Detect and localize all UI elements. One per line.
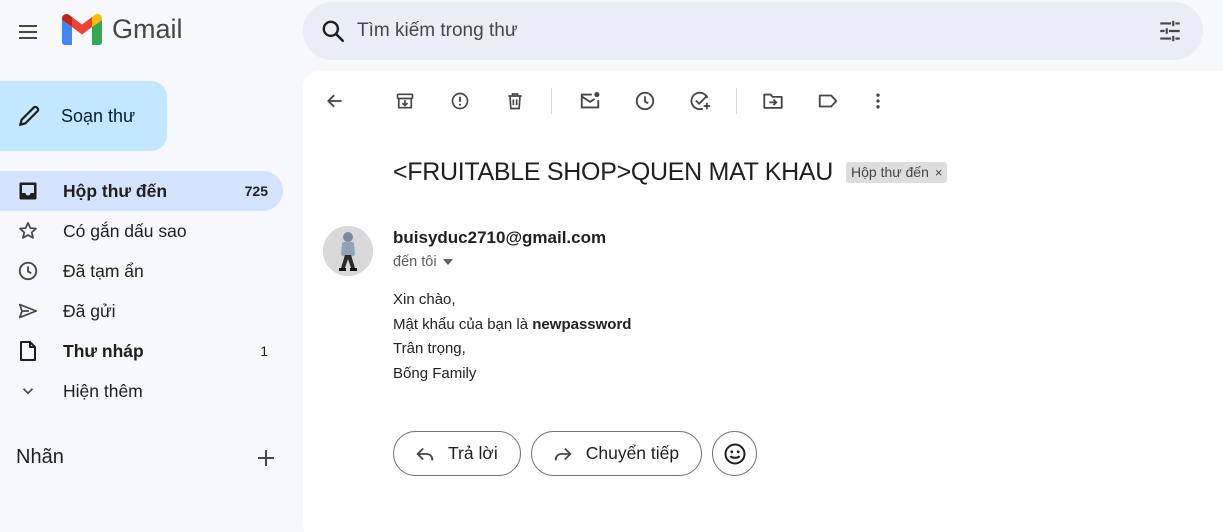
sidebar-item-label: Hiện thêm bbox=[63, 380, 143, 401]
search-icon[interactable] bbox=[320, 18, 346, 44]
label-chip-text: Hộp thư đến bbox=[851, 164, 929, 180]
dropdown-arrow-icon bbox=[442, 259, 453, 265]
body-line: Bống Family bbox=[393, 364, 477, 382]
archive-button[interactable] bbox=[391, 87, 419, 115]
labels-section-header: Nhãn bbox=[16, 446, 276, 469]
sidebar-item-label: Đã gửi bbox=[63, 300, 116, 321]
sidebar-item-more[interactable]: Hiện thêm bbox=[0, 371, 283, 411]
inbox-label-chip[interactable]: Hộp thư đến × bbox=[846, 162, 948, 183]
pencil-icon bbox=[16, 103, 42, 129]
sender-email[interactable]: buisyduc2710@gmail.com bbox=[393, 228, 606, 248]
sidebar-item-starred[interactable]: Có gắn dấu sao bbox=[0, 211, 283, 251]
mark-unread-button[interactable] bbox=[576, 87, 604, 115]
recipient-details[interactable]: đến tôi bbox=[393, 254, 453, 270]
delete-button[interactable] bbox=[501, 87, 529, 115]
archive-icon bbox=[395, 91, 415, 111]
subject-row: <FRUITABLE SHOP>QUEN MAT KHAU Hộp thư đế… bbox=[393, 158, 948, 187]
arrow-back-icon bbox=[325, 91, 345, 111]
body-line: Trân trọng, bbox=[393, 340, 466, 357]
forward-label: Chuyển tiếp bbox=[585, 443, 680, 463]
snooze-clock-icon bbox=[634, 90, 656, 112]
email-body: Xin chào, Mật khẩu của bạn là newpasswor… bbox=[393, 288, 631, 386]
remove-label-button[interactable]: × bbox=[935, 165, 943, 180]
search-input[interactable] bbox=[357, 20, 1117, 42]
forward-button[interactable]: Chuyển tiếp bbox=[530, 431, 703, 476]
compose-button[interactable]: Soạn thư bbox=[0, 81, 167, 151]
forward-icon bbox=[552, 443, 574, 465]
snooze-button[interactable] bbox=[631, 87, 659, 115]
sidebar-item-drafts[interactable]: Thư nháp 1 bbox=[0, 331, 283, 371]
app-name: Gmail bbox=[112, 14, 183, 44]
mark-unread-icon bbox=[579, 90, 601, 112]
menu-icon bbox=[16, 20, 40, 44]
sidebar-item-snoozed[interactable]: Đã tạm ẩn bbox=[0, 251, 283, 291]
back-button[interactable] bbox=[321, 87, 349, 115]
message-panel: <FRUITABLE SHOP>QUEN MAT KHAU Hộp thư đế… bbox=[303, 71, 1223, 532]
add-label-icon[interactable] bbox=[256, 448, 276, 468]
body-line: Xin chào, bbox=[393, 291, 456, 308]
compose-label: Soạn thư bbox=[61, 105, 136, 126]
sidebar-nav: Hộp thư đến 725 Có gắn dấu sao Đã tạm ẩn… bbox=[0, 171, 283, 411]
label-icon bbox=[817, 90, 839, 112]
move-to-button[interactable] bbox=[759, 87, 787, 115]
reply-label: Trả lời bbox=[448, 443, 498, 463]
gmail-m-icon bbox=[62, 14, 102, 45]
email-subject: <FRUITABLE SHOP>QUEN MAT KHAU bbox=[393, 158, 834, 186]
trash-icon bbox=[505, 91, 525, 111]
reply-actions: Trả lời Chuyển tiếp bbox=[393, 431, 758, 476]
toolbar-divider bbox=[736, 88, 737, 114]
inbox-icon bbox=[17, 180, 39, 202]
sidebar-item-inbox[interactable]: Hộp thư đến 725 bbox=[0, 171, 283, 211]
avatar[interactable] bbox=[323, 226, 373, 276]
message-toolbar bbox=[321, 87, 892, 115]
main-menu-button[interactable] bbox=[10, 14, 46, 50]
labels-title: Nhãn bbox=[16, 446, 64, 468]
star-icon bbox=[17, 220, 39, 242]
emoji-icon bbox=[723, 442, 747, 466]
more-vert-icon bbox=[868, 91, 888, 111]
emoji-reaction-button[interactable] bbox=[712, 431, 758, 476]
move-to-folder-icon bbox=[762, 90, 784, 112]
reply-button[interactable]: Trả lời bbox=[393, 431, 521, 476]
unread-count: 725 bbox=[244, 183, 268, 199]
add-task-button[interactable] bbox=[686, 87, 714, 115]
more-actions-button[interactable] bbox=[864, 87, 892, 115]
recipient-text: đến tôi bbox=[393, 254, 437, 270]
draft-file-icon bbox=[17, 340, 39, 362]
search-bar[interactable] bbox=[303, 2, 1203, 60]
reply-icon bbox=[414, 443, 436, 465]
sidebar-item-label: Đã tạm ẩn bbox=[63, 260, 144, 281]
chevron-down-icon bbox=[17, 380, 39, 402]
sidebar-item-label: Thư nháp bbox=[63, 340, 144, 361]
tune-icon[interactable] bbox=[1157, 18, 1183, 44]
password-value: newpassword bbox=[532, 315, 632, 333]
gmail-logo[interactable]: Gmail bbox=[62, 14, 183, 45]
report-spam-button[interactable] bbox=[446, 87, 474, 115]
report-spam-icon bbox=[450, 91, 470, 111]
label-button[interactable] bbox=[814, 87, 842, 115]
sidebar-item-sent[interactable]: Đã gửi bbox=[0, 291, 283, 331]
sidebar-item-label: Có gắn dấu sao bbox=[63, 220, 187, 241]
sidebar-item-label: Hộp thư đến bbox=[63, 180, 168, 201]
add-task-icon bbox=[689, 90, 711, 112]
send-icon bbox=[17, 300, 39, 322]
clock-icon bbox=[17, 260, 39, 282]
body-text: Mật khẩu của bạn là bbox=[393, 315, 533, 333]
body-line: Mật khẩu của bạn là newpassword bbox=[393, 313, 631, 338]
toolbar-divider bbox=[551, 88, 552, 114]
draft-count: 1 bbox=[260, 343, 268, 359]
